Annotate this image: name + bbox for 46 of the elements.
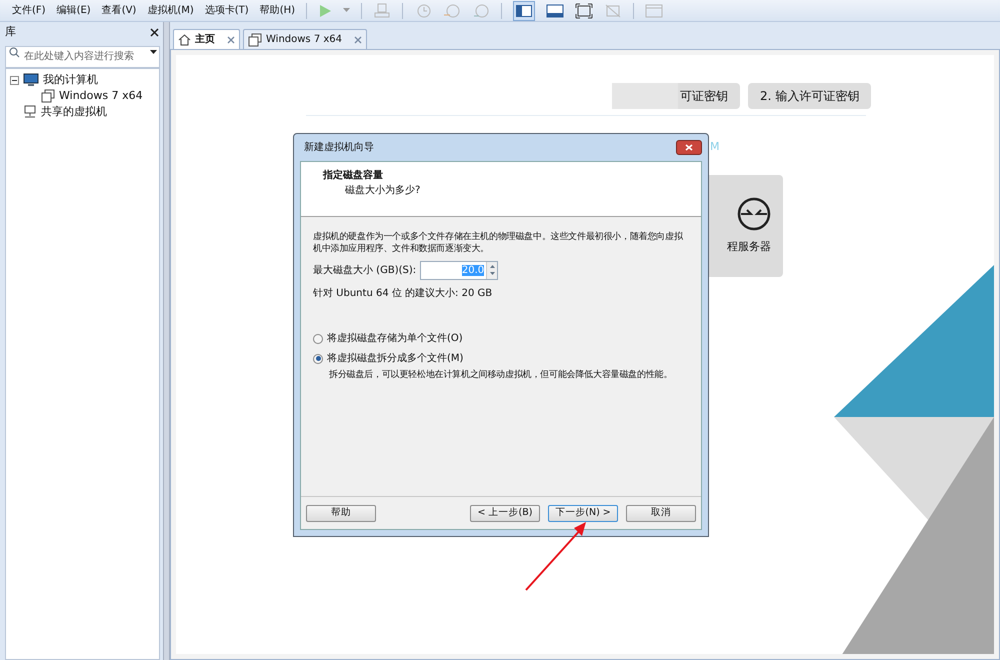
console-view-icon[interactable]: [546, 2, 564, 18]
dialog-button[interactable]: < 上一步(B): [470, 504, 540, 522]
menu-item[interactable]: 编辑(E): [56, 3, 91, 18]
recommendation-text: 针对 Ubuntu 64 位 的建议大小: 20 GB: [313, 286, 494, 301]
tree-item[interactable]: 共享的虚拟机: [41, 104, 107, 120]
menu-item[interactable]: 文件(F): [12, 3, 46, 18]
search-field[interactable]: 在此处键入内容进行搜索: [5, 46, 160, 68]
dialog-button[interactable]: 帮助: [306, 504, 376, 522]
menu-item[interactable]: 虚拟机(M): [147, 3, 194, 18]
collapse-icon[interactable]: [10, 76, 19, 84]
dialog-title: 新建虚拟机向导: [304, 140, 374, 155]
option-note: 拆分磁盘后，可以更轻松地在计算机之间移动虚拟机，但可能会降低大容量磁盘的性能。: [328, 369, 674, 381]
close-icon[interactable]: [150, 28, 159, 36]
tree-item[interactable]: Windows 7 x64: [59, 88, 143, 104]
radio-label[interactable]: 将虚拟磁盘存储为单个文件(O): [327, 331, 463, 346]
close-button[interactable]: [676, 140, 702, 155]
license-button[interactable]: 2. 输入许可证密钥: [748, 83, 872, 109]
library-view-button[interactable]: [513, 0, 536, 20]
menu-item[interactable]: 查看(V): [102, 3, 136, 18]
dialog-button[interactable]: 下一步(N) >: [548, 504, 618, 522]
tab[interactable]: Windows 7 x64: [243, 29, 368, 49]
virtual-machine-icon: [248, 32, 262, 46]
connect-arrows-icon: [737, 196, 771, 231]
computer-icon: [23, 73, 39, 87]
wizard-subheading: 磁盘大小为多少?: [344, 184, 422, 198]
library-title: 库: [5, 24, 16, 40]
section-label: M: [710, 139, 720, 155]
blurred-area: [612, 83, 678, 109]
shared-machines-icon: [23, 105, 37, 119]
fullscreen-icon[interactable]: [575, 2, 594, 18]
close-icon: [685, 144, 693, 151]
virtual-machine-icon: [41, 89, 55, 103]
dropdown-caret-icon[interactable]: [150, 50, 157, 55]
search-icon: [9, 47, 20, 58]
menu-item[interactable]: 帮助(H): [260, 3, 296, 18]
home-icon: [178, 34, 191, 46]
license-button[interactable]: 可证密钥: [678, 83, 740, 109]
dialog-button[interactable]: 取消: [626, 504, 696, 522]
wizard-heading: 指定磁盘容量: [323, 168, 384, 183]
tree-item[interactable]: 我的计算机: [43, 72, 98, 88]
disk-size-label: 最大磁盘大小 (GB)(S):: [313, 264, 416, 278]
radio-button[interactable]: [313, 334, 323, 344]
radio-label[interactable]: 将虚拟磁盘拆分成多个文件(M): [327, 351, 464, 366]
tab[interactable]: 主页: [173, 29, 240, 49]
radio-button[interactable]: [313, 354, 323, 364]
menu-item[interactable]: 选项卡(T): [204, 3, 249, 18]
